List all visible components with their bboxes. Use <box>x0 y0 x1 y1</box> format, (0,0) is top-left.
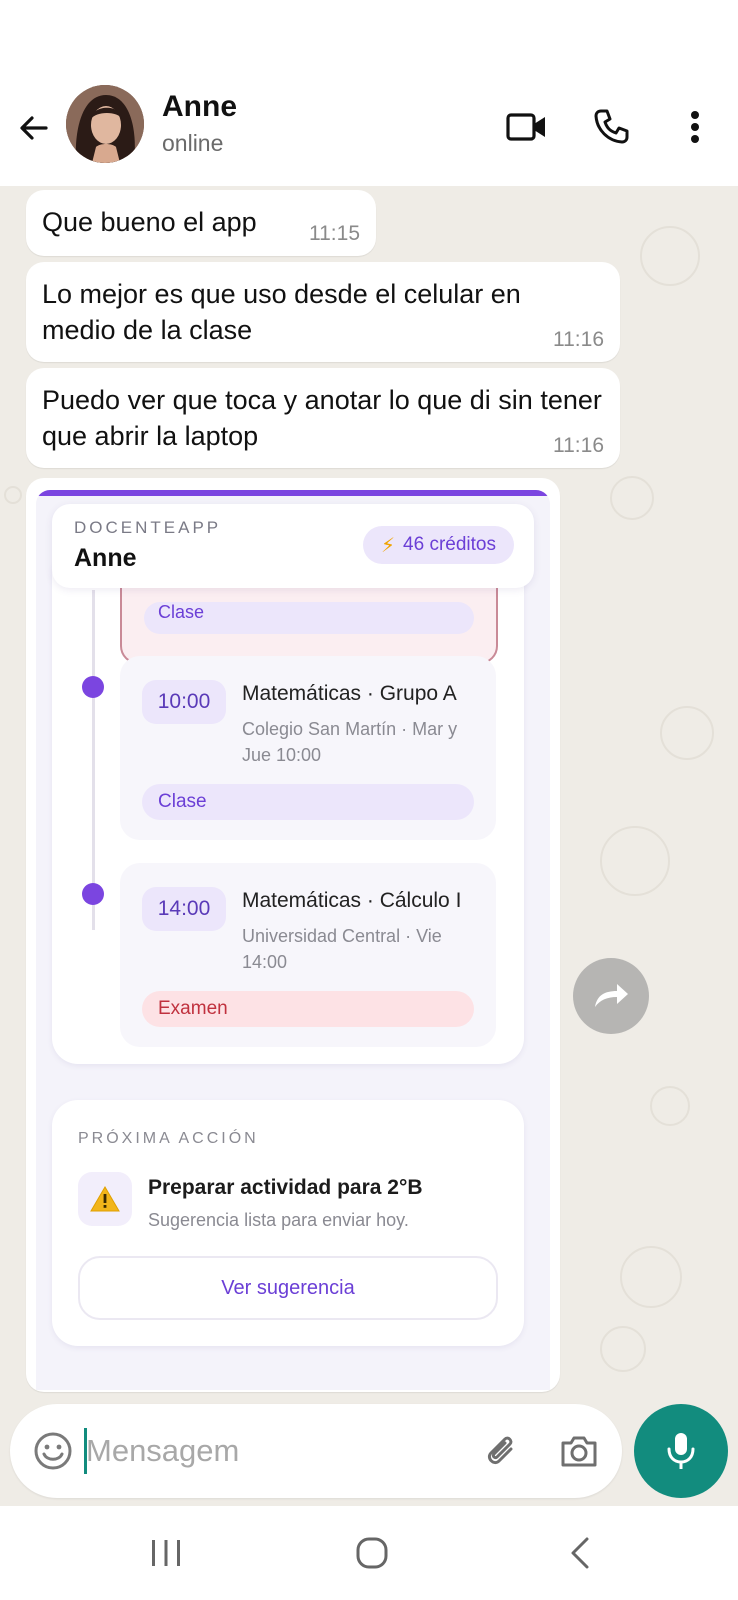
message-time: 11:16 <box>553 328 604 351</box>
status-bar-area <box>0 0 738 84</box>
event-title: Matemáticas · Cálculo I <box>242 889 462 912</box>
wallpaper-doodle <box>600 1326 646 1372</box>
image-message[interactable]: Clase 10:00 Matemáticas · Grupo A Colegi… <box>26 478 560 1392</box>
paperclip-icon <box>487 1436 513 1465</box>
warning-icon-box <box>78 1172 132 1226</box>
timeline-dot <box>82 676 104 698</box>
recent-apps-button[interactable] <box>136 1526 196 1580</box>
event-time: 10:00 <box>142 680 226 724</box>
forward-icon <box>595 984 628 1007</box>
message-time: 11:15 <box>309 222 360 245</box>
app-header-card: DOCENTEAPP Anne ⚡ 46 créditos <box>52 504 534 588</box>
event-subtitle: Universidad Central · Vie 14:00 <box>242 926 442 972</box>
event-title: Matemáticas · Grupo A <box>242 682 457 705</box>
timeline-line <box>92 590 95 930</box>
back-button[interactable] <box>12 106 56 150</box>
microphone-icon <box>667 1433 695 1469</box>
shared-app-screenshot[interactable]: Clase 10:00 Matemáticas · Grupo A Colegi… <box>36 490 550 1390</box>
message-text: Lo mejor es que uso desde el celular en … <box>42 279 521 345</box>
wallpaper-doodle <box>640 226 700 286</box>
event-card: 10:00 Matemáticas · Grupo A Colegio San … <box>120 656 496 840</box>
next-action-title: Preparar actividad para 2°B <box>148 1176 423 1199</box>
event-tag-clase: Clase <box>142 784 474 820</box>
avatar-photo <box>66 85 144 163</box>
warning-icon <box>90 1186 120 1212</box>
event-card: 14:00 Matemáticas · Cálculo I Universida… <box>120 863 496 1047</box>
forward-button[interactable] <box>573 958 649 1034</box>
wallpaper-doodle <box>4 486 22 504</box>
contact-status: online <box>162 130 224 156</box>
app-brand: DOCENTEAPP <box>74 518 222 537</box>
message-composer <box>10 1404 622 1498</box>
home-button[interactable] <box>342 1526 402 1580</box>
camera-icon <box>561 1436 597 1467</box>
app-user-name: Anne <box>74 544 137 572</box>
phone-icon <box>594 109 629 144</box>
schedule-card: Clase 10:00 Matemáticas · Grupo A Colegi… <box>52 550 524 1064</box>
emoji-button[interactable] <box>30 1428 76 1474</box>
message-time: 11:16 <box>553 434 604 457</box>
wallpaper-doodle <box>660 706 714 760</box>
app-top-accent-bar <box>36 490 550 496</box>
view-suggestion-button: Ver sugerencia <box>78 1256 498 1320</box>
credits-text: 46 créditos <box>403 534 496 555</box>
next-action-label: PRÓXIMA ACCIÓN <box>78 1130 259 1147</box>
voice-message-button[interactable] <box>634 1404 728 1498</box>
more-options-button[interactable] <box>670 102 720 152</box>
message-text: Que bueno el app <box>42 207 257 237</box>
next-action-card: PRÓXIMA ACCIÓN Preparar actividad para 2… <box>52 1100 524 1346</box>
back-arrow-icon <box>20 116 48 140</box>
contact-avatar[interactable] <box>66 85 144 163</box>
home-icon <box>356 1537 388 1569</box>
wallpaper-doodle <box>610 476 654 520</box>
contact-name[interactable]: Anne <box>162 90 237 124</box>
message-text: Puedo ver que toca y anotar lo que di si… <box>42 385 602 451</box>
recent-apps-icon <box>152 1540 180 1566</box>
timeline-dot <box>82 883 104 905</box>
more-vertical-icon <box>691 111 699 143</box>
chat-header: Anne online <box>0 84 738 186</box>
wallpaper-doodle <box>600 826 670 896</box>
wallpaper-doodle <box>650 1086 690 1126</box>
message-bubble[interactable]: Que bueno el app 11:15 <box>26 190 376 256</box>
message-input[interactable] <box>86 1424 456 1478</box>
nav-back-button[interactable] <box>550 1526 610 1580</box>
event-time: 14:00 <box>142 887 226 931</box>
credits-badge: ⚡ 46 créditos <box>363 526 514 564</box>
camera-button[interactable] <box>554 1426 604 1476</box>
message-bubble[interactable]: Puedo ver que toca y anotar lo que di si… <box>26 368 620 468</box>
next-action-subtitle: Sugerencia lista para enviar hoy. <box>148 1210 409 1230</box>
attach-button[interactable] <box>476 1426 526 1476</box>
emoji-icon <box>34 1432 72 1470</box>
wallpaper-doodle <box>620 1246 682 1308</box>
message-bubble[interactable]: Lo mejor es que uso desde el celular en … <box>26 262 620 362</box>
voice-call-button[interactable] <box>586 102 636 152</box>
event-tag-clase: Clase <box>144 602 474 634</box>
event-subtitle: Colegio San Martín · Mar y Jue 10:00 <box>242 719 458 765</box>
nav-back-icon <box>571 1537 589 1569</box>
video-call-button[interactable] <box>502 102 552 152</box>
video-call-icon <box>506 113 545 141</box>
lightning-icon: ⚡ <box>381 534 396 557</box>
event-tag-examen: Examen <box>142 991 474 1027</box>
system-navigation-bar <box>0 1506 738 1600</box>
